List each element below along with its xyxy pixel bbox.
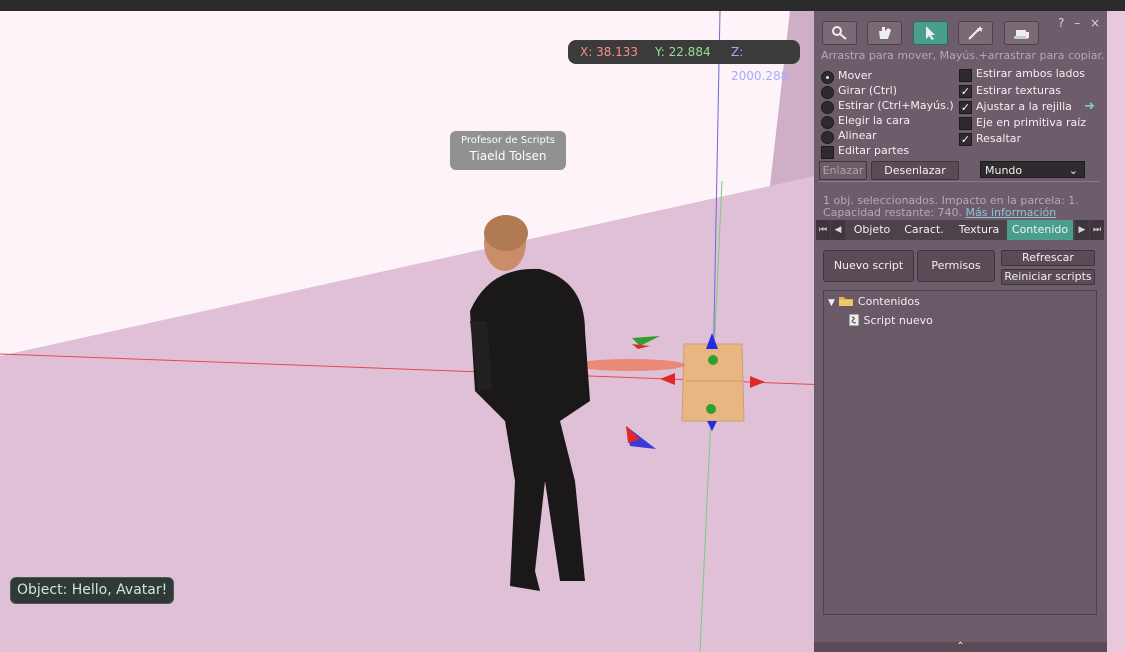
mode-stretch-radio[interactable] <box>821 101 834 114</box>
edit-tool-button[interactable] <box>913 21 948 45</box>
minimize-icon[interactable]: – <box>1074 16 1080 30</box>
move-tool-button[interactable] <box>867 21 902 45</box>
create-tool-button[interactable] <box>958 21 993 45</box>
drag-hint: Arrastra para mover, Mayús.+arrastrar pa… <box>821 49 1105 62</box>
ruler-mode-value: Mundo <box>985 164 1023 177</box>
mode-move-radio[interactable] <box>821 71 834 84</box>
selection-info-line2: Capacidad restante: 740. <box>823 206 963 219</box>
highlight-label: Resaltar <box>976 132 1022 145</box>
new-script-button[interactable]: Nuevo script <box>823 250 914 282</box>
bulldozer-icon <box>1014 30 1029 39</box>
top-bar <box>0 0 1125 11</box>
edit-parts-checkbox[interactable] <box>821 146 834 159</box>
script-icon <box>848 313 860 327</box>
refresh-button[interactable]: Refrescar <box>1001 250 1095 266</box>
avatar-name: Tiaeld Tolsen <box>469 149 547 163</box>
mode-select-face-label: Elegir la cara <box>838 114 911 127</box>
coordinates-readout: X: 38.133 Y: 22.884 Z: 2000.288 <box>568 40 800 83</box>
tab-last-icon[interactable]: ⏭ <box>1090 220 1104 240</box>
help-icon[interactable]: ? <box>1058 16 1064 30</box>
caret-down-icon: ▼ <box>828 298 835 308</box>
tab-bar: ⏮ ◀ Objeto Caract. Textura Contenido ▶ ⏭ <box>816 220 1104 240</box>
folder-label: Contenidos <box>857 295 920 308</box>
reset-scripts-button[interactable]: Reiniciar scripts <box>1001 269 1095 285</box>
focus-tool-button[interactable] <box>822 21 857 45</box>
tab-prev-icon[interactable]: ◀ <box>831 220 845 240</box>
tree-item[interactable]: Script nuevo <box>848 313 933 327</box>
stretch-textures-label: Estirar texturas <box>976 84 1062 97</box>
contents-tree: ▼ Contenidos Script nuevo <box>823 290 1097 615</box>
divider <box>819 181 1100 182</box>
coord-y: Y: 22.884 <box>655 45 711 59</box>
root-pivot-label: Eje en primitiva raíz <box>976 116 1087 129</box>
snap-to-grid-label: Ajustar a la rejilla <box>976 100 1072 113</box>
collapse-handle-icon[interactable]: ⌃ <box>814 642 1107 652</box>
stretch-both-sides-checkbox[interactable] <box>959 69 972 82</box>
mode-align-label: Alinear <box>838 129 877 142</box>
stretch-textures-checkbox[interactable]: ✓ <box>959 85 972 98</box>
tab-texture[interactable]: Textura <box>954 220 1004 240</box>
stretch-both-sides-label: Estirar ambos lados <box>976 67 1085 80</box>
magnifier-icon <box>832 26 847 40</box>
coord-x: X: 38.133 <box>580 45 639 59</box>
coord-z: Z: 2000.288 <box>731 45 789 83</box>
selection-info: 1 obj. seleccionados. Impacto en la parc… <box>823 195 1103 219</box>
root-pivot-checkbox[interactable] <box>959 117 972 130</box>
mode-rotate-radio[interactable] <box>821 86 834 99</box>
build-tools-panel: ? – × Arrastra para mover, Mayús.+arrast… <box>814 11 1107 652</box>
unlink-button[interactable]: Desenlazar <box>871 161 959 180</box>
mode-rotate-label: Girar (Ctrl) <box>838 84 898 97</box>
viewport-edge <box>1107 11 1125 652</box>
grid-options-arrow-icon[interactable]: ➜ <box>1084 99 1095 114</box>
ruler-mode-select[interactable]: Mundo ⌄ <box>980 161 1085 178</box>
tab-next-icon[interactable]: ▶ <box>1075 220 1089 240</box>
avatar-nametag: Profesor de Scripts Tiaeld Tolsen <box>450 131 566 170</box>
script-label: Script nuevo <box>863 314 933 327</box>
tab-object[interactable]: Objeto <box>849 220 895 240</box>
tree-folder[interactable]: ▼ Contenidos <box>828 295 920 308</box>
mode-select-face-radio[interactable] <box>821 116 834 129</box>
chat-toast: Object: Hello, Avatar! <box>10 577 175 604</box>
edit-parts-label: Editar partes <box>838 144 910 157</box>
snap-to-grid-checkbox[interactable]: ✓ <box>959 101 972 114</box>
mode-move-label: Mover <box>838 69 873 82</box>
close-icon[interactable]: × <box>1090 16 1100 30</box>
hand-icon <box>879 27 891 39</box>
link-button[interactable]: Enlazar <box>819 161 867 180</box>
tab-features[interactable]: Caract. <box>900 220 948 240</box>
mode-align-radio[interactable] <box>821 131 834 144</box>
window-controls: ? – × <box>1058 16 1100 30</box>
folder-icon <box>839 297 854 306</box>
land-tool-button[interactable] <box>1004 21 1039 45</box>
highlight-checkbox[interactable]: ✓ <box>959 133 972 146</box>
mode-stretch-label: Estirar (Ctrl+Mayús.) <box>838 99 954 112</box>
avatar-group-title: Profesor de Scripts <box>460 135 556 146</box>
chevron-down-icon: ⌄ <box>1068 164 1078 177</box>
cursor-icon <box>926 26 935 40</box>
magic-wand-icon <box>968 26 983 40</box>
more-info-link[interactable]: Más información <box>966 206 1057 219</box>
tab-content[interactable]: Contenido <box>1007 220 1073 240</box>
tab-first-icon[interactable]: ⏮ <box>816 220 830 240</box>
permissions-button[interactable]: Permisos <box>917 250 995 282</box>
